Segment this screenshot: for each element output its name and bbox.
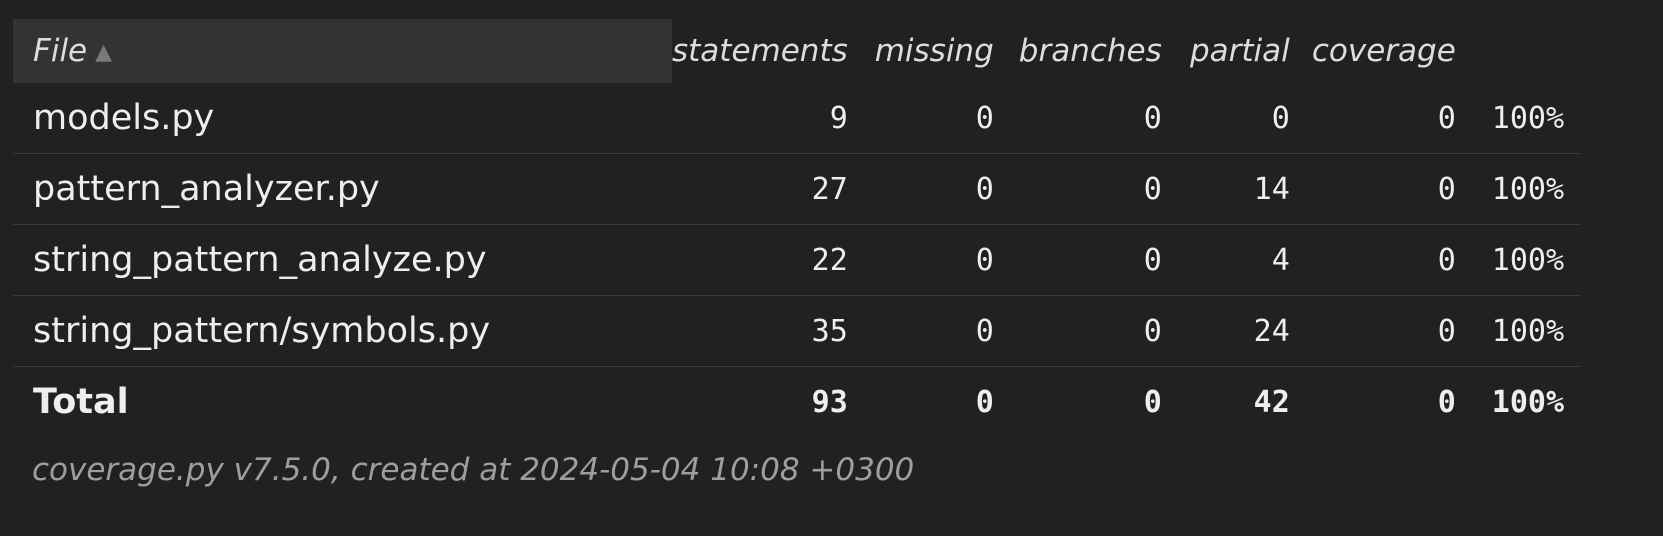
partial-value: 14	[1179, 153, 1308, 225]
table-row: string_pattern_analyze.py 22 0 0 4 0 100…	[13, 224, 1581, 296]
missing-value: 0	[865, 83, 1012, 154]
total-branches: 0	[1143, 384, 1162, 420]
extra-value: 0	[1307, 153, 1474, 225]
file-link[interactable]: models.py	[13, 83, 672, 154]
header-extra	[1474, 19, 1580, 83]
header-statements[interactable]: statements	[672, 19, 866, 83]
coverage-value: 100%	[1473, 153, 1581, 225]
missing-value: 0	[865, 295, 1012, 367]
header-missing[interactable]: missing	[866, 19, 1012, 83]
extra-value: 0	[1307, 295, 1474, 367]
table-row: string_pattern/symbols.py 35 0 0 24 0 10…	[13, 295, 1581, 367]
branches-value: 0	[1011, 224, 1180, 296]
statements-value: 9	[672, 83, 866, 154]
coverage-table: File ▲ statements missing branches partia…	[13, 19, 1581, 438]
missing-value: 0	[865, 153, 1012, 225]
header-partial[interactable]: partial	[1180, 19, 1308, 83]
header-branches[interactable]: branches	[1012, 19, 1180, 83]
partial-value: 4	[1179, 224, 1308, 296]
file-link[interactable]: pattern_analyzer.py	[13, 153, 672, 225]
header-coverage[interactable]: coverage	[1308, 19, 1474, 83]
file-link[interactable]: string_pattern/symbols.py	[13, 295, 672, 367]
total-statements: 93	[811, 384, 848, 420]
total-label: Total	[33, 382, 129, 422]
table-row: pattern_analyzer.py 27 0 0 14 0 100%	[13, 153, 1581, 225]
table-row: models.py 9 0 0 0 0 100%	[13, 83, 1581, 154]
coverage-value: 100%	[1473, 224, 1581, 296]
statements-value: 35	[672, 295, 866, 367]
partial-value: 24	[1179, 295, 1308, 367]
branches-value: 0	[1011, 83, 1180, 154]
total-extra: 0	[1437, 384, 1456, 420]
total-partial: 42	[1253, 384, 1290, 420]
file-link[interactable]: string_pattern_analyze.py	[13, 224, 672, 296]
header-file-label: File	[33, 33, 88, 69]
header-file[interactable]: File ▲	[13, 19, 672, 83]
statements-value: 27	[672, 153, 866, 225]
missing-value: 0	[865, 224, 1012, 296]
extra-value: 0	[1307, 83, 1474, 154]
statements-value: 22	[672, 224, 866, 296]
sort-ascending-icon: ▲	[95, 40, 113, 65]
coverage-value: 100%	[1473, 295, 1581, 367]
coverage-value: 100%	[1473, 83, 1581, 154]
extra-value: 0	[1307, 224, 1474, 296]
table-header-row: File ▲ statements missing branches partia…	[13, 19, 1580, 83]
footer-created-info: coverage.py v7.5.0, created at 2024-05-0…	[32, 452, 915, 488]
partial-value: 0	[1179, 83, 1308, 154]
branches-value: 0	[1011, 295, 1180, 367]
total-row: Total 93 0 0 42 0 100%	[13, 367, 1580, 438]
total-coverage: 100%	[1491, 384, 1565, 420]
branches-value: 0	[1011, 153, 1180, 225]
total-missing: 0	[975, 384, 994, 420]
